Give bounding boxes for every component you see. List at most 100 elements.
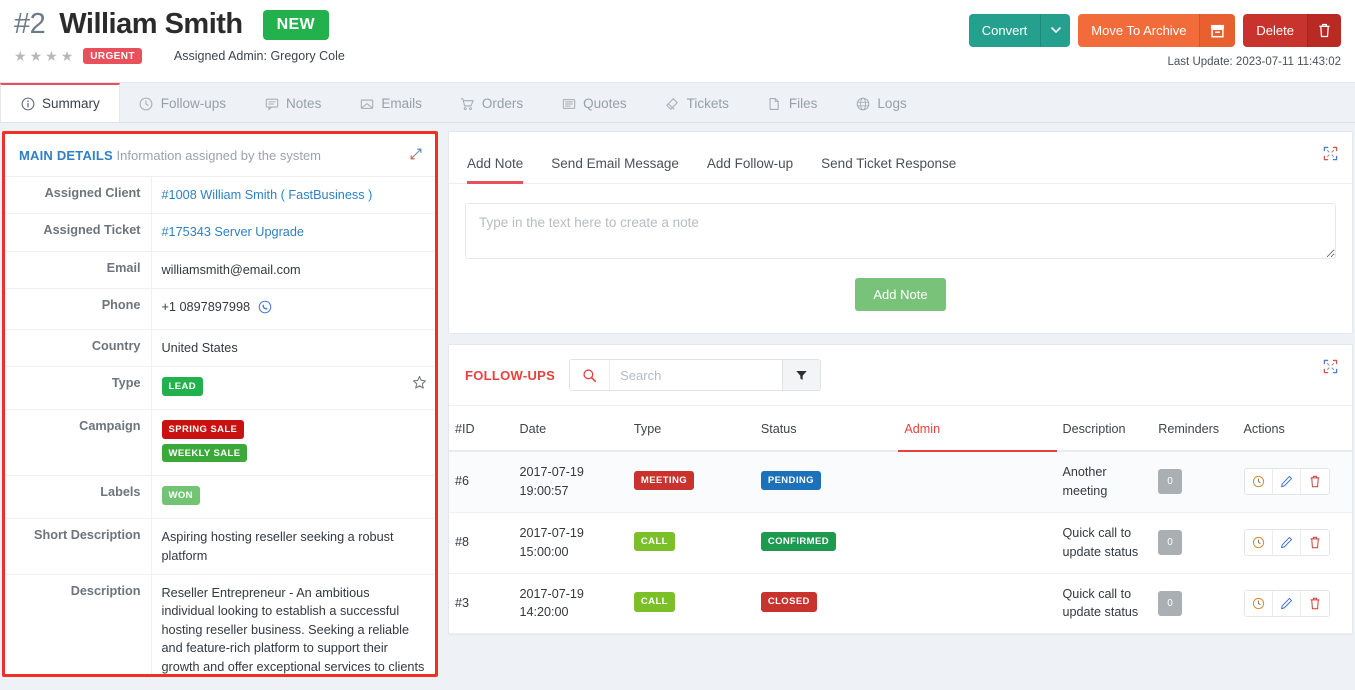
table-row[interactable]: #3 2017-07-19 14:20:00 CALL CLOSED Quick… bbox=[449, 573, 1352, 635]
followups-table: #ID Date Type Status Admin Description R… bbox=[449, 406, 1352, 635]
trash-icon[interactable] bbox=[1300, 469, 1329, 495]
pencil-icon[interactable] bbox=[1272, 469, 1301, 495]
trash-icon[interactable] bbox=[1300, 530, 1329, 556]
table-row[interactable]: #6 2017-07-19 19:00:57 MEETING PENDING A… bbox=[449, 451, 1352, 513]
move-to-archive-button[interactable]: Move To Archive bbox=[1078, 14, 1200, 47]
note-tab-send-ticket-response[interactable]: Send Ticket Response bbox=[807, 156, 970, 183]
followups-expand-icon[interactable] bbox=[1323, 359, 1338, 379]
status-badge: CLOSED bbox=[760, 592, 817, 612]
cell-description: Quick call to update status bbox=[1056, 512, 1153, 574]
tab-summary[interactable]: Summary bbox=[0, 83, 120, 122]
delete-trash-icon-button[interactable] bbox=[1307, 14, 1341, 47]
whatsapp-icon[interactable] bbox=[258, 300, 272, 319]
row-value: United States bbox=[151, 329, 435, 368]
comment-icon bbox=[264, 96, 279, 111]
row-value: LEAD bbox=[151, 366, 435, 410]
row-label: Type bbox=[5, 366, 152, 410]
column-header-description[interactable]: Description bbox=[1056, 406, 1153, 452]
table-row: Assigned Ticket #175343 Server Upgrade bbox=[5, 213, 435, 252]
column-header-actions[interactable]: Actions bbox=[1237, 406, 1352, 452]
cell-type: MEETING bbox=[627, 451, 755, 513]
column-header-status[interactable]: Status bbox=[754, 406, 899, 452]
tab-files[interactable]: Files bbox=[748, 83, 837, 122]
assigned-ticket-link[interactable]: #175343 Server Upgrade bbox=[162, 225, 304, 239]
cell-date: 2017-07-19 19:00:57 bbox=[513, 451, 628, 513]
archive-box-icon-button[interactable] bbox=[1199, 14, 1236, 47]
clock-icon[interactable] bbox=[1244, 469, 1273, 495]
file-icon bbox=[767, 96, 782, 111]
row-label: Email bbox=[5, 251, 152, 290]
row-value: +1 0897897998 bbox=[151, 288, 435, 330]
cell-id: #8 bbox=[449, 512, 514, 574]
tab-logs[interactable]: Logs bbox=[836, 83, 925, 122]
star-icon: ★ bbox=[29, 48, 43, 64]
table-row[interactable]: #8 2017-07-19 15:00:00 CALL CONFIRMED Qu… bbox=[449, 512, 1352, 574]
delete-button[interactable]: Delete bbox=[1243, 14, 1307, 47]
convert-dropdown-button[interactable] bbox=[1040, 14, 1071, 47]
note-panel-expand-icon[interactable] bbox=[1323, 146, 1338, 166]
clock-icon[interactable] bbox=[1244, 590, 1273, 616]
search-input[interactable] bbox=[610, 360, 783, 390]
tab-follow-ups[interactable]: Follow-ups bbox=[120, 83, 245, 122]
note-tab-add-note[interactable]: Add Note bbox=[467, 156, 537, 184]
convert-button[interactable]: Convert bbox=[968, 14, 1041, 47]
main-details-subtitle: Information assigned by the system bbox=[116, 148, 322, 163]
header-action-buttons: Convert Move To Archive Delete bbox=[968, 14, 1341, 47]
envelope-icon bbox=[359, 96, 374, 111]
column-header-admin[interactable]: Admin bbox=[898, 406, 1057, 452]
note-tabbar: Add Note Send Email Message Add Follow-u… bbox=[449, 132, 1352, 184]
ticket-icon bbox=[665, 96, 680, 111]
star-outline-icon[interactable] bbox=[412, 375, 427, 395]
tab-notes[interactable]: Notes bbox=[245, 83, 340, 122]
table-row: Description Reseller Entrepreneur - An a… bbox=[5, 574, 435, 674]
column-header-reminders[interactable]: Reminders bbox=[1152, 406, 1238, 452]
reminders-badge: 0 bbox=[1158, 590, 1182, 616]
clock-icon bbox=[139, 96, 154, 111]
row-label: Description bbox=[5, 574, 152, 674]
tab-label: Follow-ups bbox=[160, 96, 227, 111]
note-textarea[interactable] bbox=[465, 203, 1336, 259]
tab-quotes[interactable]: Quotes bbox=[542, 83, 646, 122]
row-value: #175343 Server Upgrade bbox=[151, 213, 435, 252]
tab-label: Quotes bbox=[583, 96, 627, 111]
row-label: Campaign bbox=[5, 409, 152, 477]
priority-badge: URGENT bbox=[83, 48, 142, 64]
row-label: Assigned Client bbox=[5, 177, 152, 215]
reminders-badge: 0 bbox=[1158, 530, 1182, 556]
note-panel-card: Add Note Send Email Message Add Follow-u… bbox=[448, 131, 1353, 334]
type-badge: CALL bbox=[633, 531, 675, 551]
filter-button[interactable] bbox=[782, 360, 821, 390]
cell-id: #6 bbox=[449, 451, 514, 513]
followups-title: FOLLOW-UPS bbox=[465, 367, 556, 383]
search-icon[interactable] bbox=[570, 360, 611, 390]
cell-status: CLOSED bbox=[754, 573, 899, 635]
archive-button-group: Move To Archive bbox=[1078, 14, 1236, 47]
row-label: Labels bbox=[5, 475, 152, 520]
column-header-id[interactable]: #ID bbox=[449, 406, 514, 452]
cell-reminders: 0 bbox=[1152, 573, 1238, 635]
tab-emails[interactable]: Emails bbox=[340, 83, 441, 122]
row-label: Country bbox=[5, 329, 152, 368]
collapse-diagonal-icon[interactable] bbox=[409, 147, 423, 164]
tab-label: Tickets bbox=[686, 96, 729, 111]
note-tab-send-email-message[interactable]: Send Email Message bbox=[537, 156, 693, 183]
add-note-button[interactable]: Add Note bbox=[855, 278, 946, 311]
tab-label: Summary bbox=[42, 96, 100, 111]
assigned-client-link[interactable]: #1008 William Smith ( FastBusiness ) bbox=[162, 188, 373, 202]
campaign-badge: WEEKLY SALE bbox=[161, 443, 248, 463]
tab-orders[interactable]: Orders bbox=[441, 83, 542, 122]
column-header-type[interactable]: Type bbox=[627, 406, 755, 452]
tab-tickets[interactable]: Tickets bbox=[646, 83, 748, 122]
note-tab-add-follow-up[interactable]: Add Follow-up bbox=[693, 156, 807, 183]
page-header: #2 William Smith NEW ★ ★ ★ ★ URGENT Assi… bbox=[0, 0, 1355, 83]
cell-actions bbox=[1237, 573, 1352, 635]
funnel-icon bbox=[796, 370, 807, 380]
star-rating[interactable]: ★ ★ ★ ★ bbox=[14, 49, 73, 63]
trash-icon[interactable] bbox=[1300, 590, 1329, 616]
column-header-date[interactable]: Date bbox=[513, 406, 628, 452]
clock-icon[interactable] bbox=[1244, 530, 1273, 556]
campaign-badge: SPRING SALE bbox=[161, 419, 245, 439]
main-tabbar: Summary Follow-ups Notes Emails Orders Q… bbox=[0, 83, 1355, 123]
pencil-icon[interactable] bbox=[1272, 590, 1301, 616]
pencil-icon[interactable] bbox=[1272, 530, 1301, 556]
